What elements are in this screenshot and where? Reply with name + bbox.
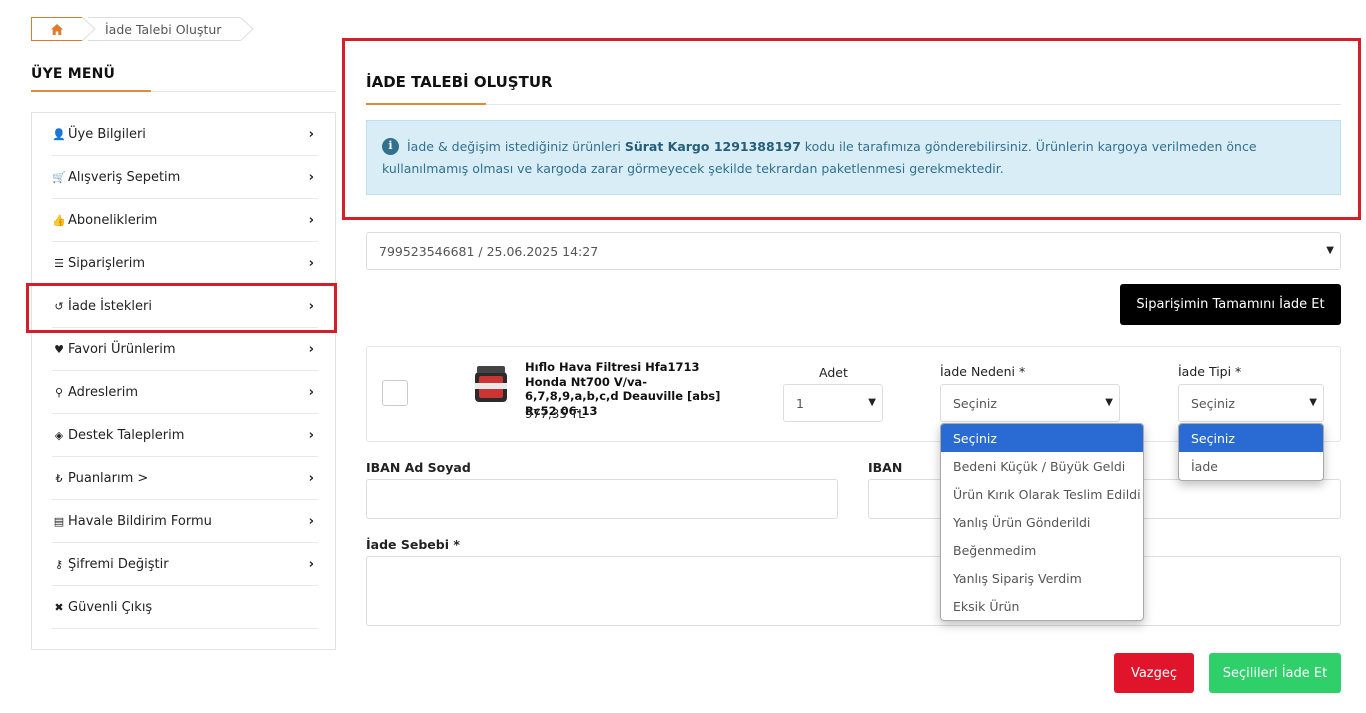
file-icon: ▤ xyxy=(53,514,65,528)
reason-label: İade Nedeni * xyxy=(940,364,1026,379)
map-marker-icon: ⚲ xyxy=(54,385,64,399)
sidebar-item-destek[interactable]: ◈ Destek Taleplerim › xyxy=(52,414,318,457)
submit-return-button[interactable]: Seçilileri İade Et xyxy=(1209,653,1341,693)
iban-label: IBAN xyxy=(868,460,903,475)
type-label: İade Tipi * xyxy=(1178,364,1242,379)
chevron-right-icon: › xyxy=(308,556,314,572)
iban-name-label: IBAN Ad Soyad xyxy=(366,460,471,475)
product-image xyxy=(475,366,507,402)
qty-label: Adet xyxy=(819,365,848,380)
heart-icon: ♥ xyxy=(54,342,64,356)
type-option[interactable]: İade xyxy=(1179,452,1323,480)
reason-option[interactable]: Ürün Kırık Olarak Teslim Edildi xyxy=(941,480,1143,508)
qty-select[interactable]: 1 ▼ xyxy=(783,384,883,422)
chevron-down-icon: ▼ xyxy=(1105,396,1113,408)
chevron-right-icon: › xyxy=(308,384,314,400)
sidebar-item-puanlar[interactable]: ₺ Puanlarım > › xyxy=(52,457,318,500)
return-all-button[interactable]: Siparişimin Tamamını İade Et xyxy=(1120,284,1341,325)
sidebar-item-siparisler[interactable]: ☰ Siparişlerim › xyxy=(52,242,318,285)
chevron-right-icon: › xyxy=(308,255,314,271)
type-option[interactable]: Seçiniz xyxy=(1179,424,1323,452)
sidebar-title-accent xyxy=(31,90,151,92)
reason-text-label: İade Sebebi * xyxy=(366,537,460,552)
sidebar-item-abonelikler[interactable]: 👍 Aboneliklerim › xyxy=(52,199,318,242)
reason-option[interactable]: Yanlış Sipariş Verdim xyxy=(941,564,1143,592)
ticket-icon: ◈ xyxy=(54,428,64,442)
reason-option[interactable]: Beğenmedim xyxy=(941,536,1143,564)
chevron-right-icon: › xyxy=(308,470,314,486)
chevron-down-icon: ▼ xyxy=(1326,244,1334,256)
close-icon: ✖ xyxy=(54,600,64,614)
cancel-button[interactable]: Vazgeç xyxy=(1114,653,1194,693)
type-select[interactable]: Seçiniz ▼ xyxy=(1178,384,1324,422)
home-icon xyxy=(51,23,63,35)
key-icon: ⚷ xyxy=(54,557,64,571)
reason-option[interactable]: Yanlış Ürün Gönderildi xyxy=(941,508,1143,536)
lira-icon: ₺ xyxy=(55,471,63,485)
chevron-right-icon: › xyxy=(308,126,314,142)
reason-option[interactable]: Eksik Ürün xyxy=(941,592,1143,620)
reason-select[interactable]: Seçiniz ▼ xyxy=(940,384,1120,422)
chevron-right-icon: › xyxy=(308,169,314,185)
thumbs-up-icon: 👍 xyxy=(52,213,66,227)
list-icon: ☰ xyxy=(54,256,64,270)
sidebar-item-adresler[interactable]: ⚲ Adreslerim › xyxy=(52,371,318,414)
sidebar-item-favoriler[interactable]: ♥ Favori Ürünlerim › xyxy=(52,328,318,371)
reason-dropdown: Seçiniz Bedeni Küçük / Büyük Geldi Ürün … xyxy=(940,423,1144,621)
chevron-right-icon: › xyxy=(308,427,314,443)
breadcrumb-end xyxy=(240,17,254,41)
user-icon: 👤 xyxy=(52,127,66,141)
breadcrumb-current: İade Talebi Oluştur xyxy=(88,17,242,41)
chevron-right-icon: › xyxy=(308,513,314,529)
product-checkbox[interactable] xyxy=(382,380,408,406)
type-dropdown: Seçiniz İade xyxy=(1178,423,1324,481)
reason-option[interactable]: Seçiniz xyxy=(941,424,1143,452)
sidebar-item-cikis[interactable]: ✖ Güvenli Çıkış xyxy=(52,586,318,629)
sidebar-item-sepet[interactable]: 🛒 Alışveriş Sepetim › xyxy=(52,156,318,199)
product-price: 977,35 TL xyxy=(525,407,585,421)
sidebar-item-havale[interactable]: ▤ Havale Bildirim Formu › xyxy=(52,500,318,543)
order-select[interactable]: 799523546681 / 25.06.2025 14:27 ▼ xyxy=(366,232,1341,270)
cart-icon: 🛒 xyxy=(52,170,66,184)
sidebar-title: ÜYE MENÜ xyxy=(31,66,116,82)
chevron-right-icon: › xyxy=(308,341,314,357)
sidebar-menu: 👤 Üye Bilgileri › 🛒 Alışveriş Sepetim › 👍 Abo… xyxy=(31,112,336,650)
iban-name-input[interactable] xyxy=(366,479,838,519)
sidebar-active-highlight xyxy=(26,283,337,333)
sidebar-item-sifre[interactable]: ⚷ Şifremi Değiştir › xyxy=(52,543,318,586)
chevron-down-icon: ▼ xyxy=(1309,396,1317,408)
sidebar-item-uye-bilgileri[interactable]: 👤 Üye Bilgileri › xyxy=(52,113,318,156)
chevron-right-icon: › xyxy=(308,212,314,228)
breadcrumb-home[interactable] xyxy=(31,17,83,41)
header-highlight xyxy=(342,38,1361,220)
reason-textarea[interactable] xyxy=(366,556,1341,626)
chevron-down-icon: ▼ xyxy=(868,396,876,408)
reason-option[interactable]: Bedeni Küçük / Büyük Geldi xyxy=(941,452,1143,480)
